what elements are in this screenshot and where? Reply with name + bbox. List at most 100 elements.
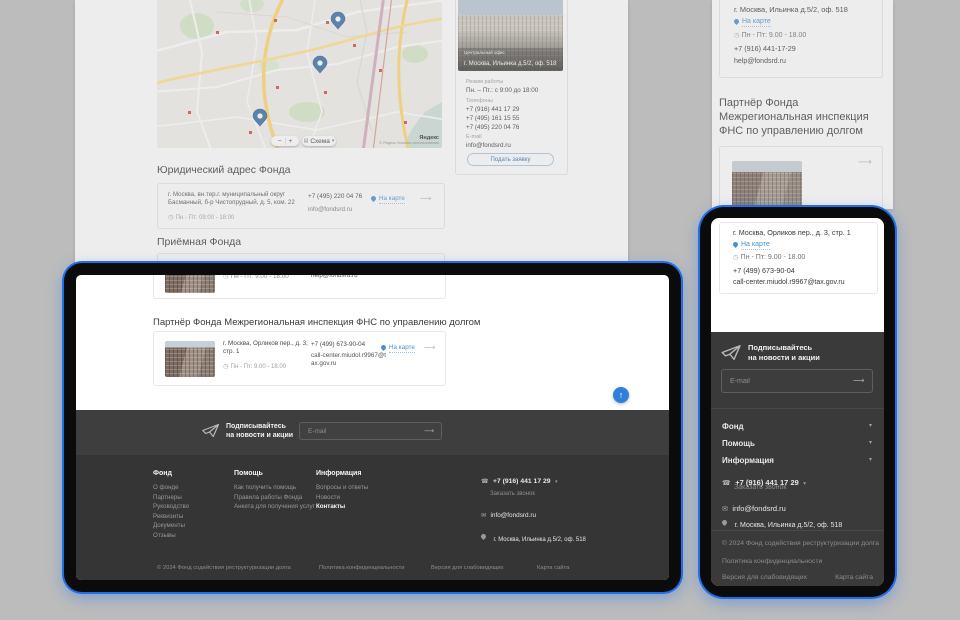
footer-link[interactable]: Анкета для получения услуг	[234, 502, 315, 512]
arrow-right-icon[interactable]: ⟶	[858, 157, 872, 168]
footer-link-contacts[interactable]: Контакты	[316, 502, 368, 512]
footer-email-row[interactable]: ✉ info@fondsrd.ru	[481, 504, 586, 522]
map[interactable]: − + ▤ Схема ▾ Яндекс © Яндекс Условия ис…	[157, 0, 442, 148]
central-office-card: Центральный офис г. Москва, Ильинка д.5/…	[455, 0, 568, 175]
subscribe-submit-arrow[interactable]: ⟶	[424, 427, 434, 435]
partner-email[interactable]: call-center.miudol.r9967@tax.gov.ru	[733, 279, 845, 286]
footer-link[interactable]: О фонде	[153, 483, 189, 493]
menu-item-fund[interactable]: Фонд	[722, 422, 744, 431]
accessibility-link[interactable]: Версия для слабовидящих	[431, 565, 504, 571]
partner-title: Партнёр Фонда Межрегиональная инспекция …	[719, 96, 869, 139]
legal-address-card: г. Москва, вн.тер.г. муниципальный округ…	[157, 183, 445, 229]
desktop-artboard: − + ▤ Схема ▾ Яндекс © Яндекс Условия ис…	[75, 0, 628, 272]
arrow-right-icon[interactable]: ⟶	[424, 343, 435, 352]
footer-contacts: ☎ +7 (916) 441 17 29 ▾ Заказать звонок ✉…	[481, 470, 586, 546]
callback-link[interactable]: Заказать звонок	[490, 491, 586, 497]
reception-email[interactable]: help@fondsrd.ru	[311, 275, 358, 279]
menu-item-info[interactable]: Информация	[722, 456, 774, 465]
partner-phone[interactable]: +7 (499) 673-90-04	[733, 266, 795, 275]
sitemap-link[interactable]: Карта сайта	[835, 574, 873, 581]
mobile-artboard: г. Москва, Ильинка д.5/2, оф. 518 На кар…	[712, 0, 893, 209]
zoom-in-button[interactable]: +	[286, 138, 296, 145]
legal-phone[interactable]: +7 (495) 220 04 76	[308, 193, 362, 200]
footer-phone-row[interactable]: ☎ +7 (916) 441 17 29 ▾	[481, 470, 586, 488]
legal-address-title: Юридический адрес Фонда	[157, 164, 291, 176]
privacy-link[interactable]: Политика конфиденциальности	[319, 565, 405, 571]
map-layer-switcher[interactable]: ▤ Схема ▾	[302, 136, 336, 146]
office-phone[interactable]: +7 (495) 161 15 55	[466, 115, 519, 122]
footer-col-help: Помощь Как получить помощь Правила работ…	[234, 470, 315, 512]
partner-hours: ◷Пн - Пт: 9.00 - 18.00	[223, 362, 286, 370]
partner-address: г. Москва, Орликов пер., д. 3, стр. 1	[733, 228, 851, 237]
location-pin-icon	[480, 533, 487, 540]
chevron-down-icon[interactable]: ▾	[869, 422, 872, 429]
envelope-icon: ✉	[481, 513, 486, 519]
mobile-partner-card: ⟶	[719, 146, 883, 209]
partner-phone[interactable]: +7 (499) 673-90-04	[311, 341, 365, 348]
footer-link[interactable]: Правила работы Фонда	[234, 493, 315, 503]
office-phone[interactable]: +7 (495) 220 04 76	[466, 124, 519, 131]
legal-email[interactable]: info@fondsrd.ru	[308, 206, 352, 213]
footer-link[interactable]: Реквизиты	[153, 512, 189, 522]
footer-link[interactable]: Новости	[316, 493, 368, 503]
apply-button[interactable]: Подать заявку	[467, 153, 554, 166]
accessibility-link[interactable]: Версия для слабовидящих	[722, 574, 807, 581]
sitemap-link[interactable]: Карта сайта	[537, 565, 569, 571]
location-pin-icon	[370, 195, 377, 202]
chevron-down-icon[interactable]: ▾	[869, 439, 872, 446]
paper-plane-icon	[202, 423, 220, 438]
footer-link[interactable]: Вопросы и ответы	[316, 483, 368, 493]
map-zoom-control[interactable]: − +	[271, 136, 299, 146]
chevron-down-icon[interactable]: ▾	[869, 456, 872, 463]
map-link[interactable]: На карте	[734, 18, 771, 27]
clock-icon: ◷	[734, 32, 740, 39]
scroll-to-top-button[interactable]: ↑	[613, 387, 629, 403]
copyright: © 2024 Фонд содействия реструктуризации …	[722, 540, 879, 547]
hours-label: Режим работы	[466, 79, 503, 85]
footer-address-row: г. Москва, Ильинка д.5/2, оф. 518	[481, 528, 586, 546]
footer-link[interactable]: Документы	[153, 521, 189, 531]
zoom-out-button[interactable]: −	[275, 138, 286, 145]
office-hours: Пн. – Пт.: с 9:00 до 18:00	[466, 87, 538, 94]
office-photo: Центральный офис г. Москва, Ильинка д.5/…	[458, 0, 563, 71]
phone-footer: Подписывайтесь на новости и акции ⟶ Фонд…	[711, 332, 884, 586]
office-email[interactable]: info@fondsrd.ru	[466, 142, 511, 149]
partner-email[interactable]: call-center.miudol.r9967@tax.gov.ru	[311, 352, 389, 368]
footer-col-fund: Фонд О фонде Партнеры Руководство Реквиз…	[153, 470, 189, 541]
footer-link[interactable]: Руководство	[153, 502, 189, 512]
footer-col-info: Информация Вопросы и ответы Новости Конт…	[316, 470, 368, 512]
subscribe-email-input[interactable]	[721, 369, 873, 393]
legal-map-link[interactable]: На карте	[371, 195, 405, 204]
office-phone[interactable]: +7 (916) 441-17-29	[734, 44, 796, 53]
partner-card: г. Москва, Орликов пер., д. 3, стр. 1 На…	[719, 222, 878, 294]
office-hours: ◷Пн - Пт: 9.00 - 18.00	[734, 31, 806, 39]
divider	[711, 530, 884, 531]
partner-map-link[interactable]: На карте	[733, 241, 770, 250]
partner-hours: ◷Пн - Пт: 9.00 - 18.00	[733, 253, 805, 261]
yandex-logo: Яндекс	[379, 135, 439, 142]
clock-icon: ◷	[733, 254, 739, 261]
clock-icon: ◷	[223, 363, 229, 370]
partner-address: г. Москва, Орликов пер., д. 3, стр. 1	[223, 340, 309, 357]
subscribe-email-input[interactable]	[299, 422, 442, 440]
office-email[interactable]: help@fondsrd.ru	[734, 58, 786, 65]
location-pin-icon	[721, 519, 728, 526]
subscribe-submit-arrow[interactable]: ⟶	[853, 376, 864, 385]
footer-link[interactable]: Как получить помощь	[234, 483, 315, 493]
arrow-right-icon[interactable]: ⟶	[420, 194, 431, 203]
callback-link[interactable]: Заказать звонок	[734, 484, 786, 491]
map-terms-link[interactable]: © Яндекс Условия использования	[379, 141, 439, 146]
email-label: E-mail	[466, 134, 482, 140]
map-attribution: Яндекс © Яндекс Условия использования	[379, 135, 439, 146]
partner-card: г. Москва, Орликов пер., д. 3, стр. 1 ◷П…	[153, 331, 446, 386]
layers-icon: ▤	[304, 138, 309, 144]
partner-map-link[interactable]: На карте	[381, 344, 415, 353]
location-pin-icon	[380, 344, 387, 351]
office-phone[interactable]: +7 (916) 441 17 29	[466, 106, 519, 113]
menu-item-help[interactable]: Помощь	[722, 439, 755, 448]
chevron-down-icon: ▾	[555, 479, 558, 485]
footer-link[interactable]: Партнеры	[153, 493, 189, 503]
privacy-link[interactable]: Политика конфиденциальности	[722, 558, 822, 565]
footer-link[interactable]: Отзывы	[153, 531, 189, 541]
layer-label: Схема	[310, 138, 330, 145]
